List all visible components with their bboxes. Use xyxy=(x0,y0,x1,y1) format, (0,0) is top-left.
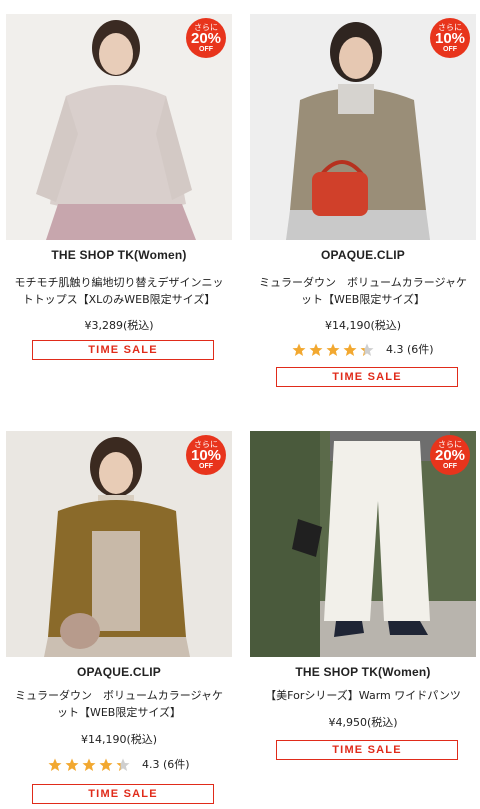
rating-stars xyxy=(292,343,374,357)
time-sale-button[interactable]: TIME SALE xyxy=(276,740,458,760)
time-sale-button[interactable]: TIME SALE xyxy=(276,367,458,387)
product-brand[interactable]: OPAQUE.CLIP xyxy=(250,248,476,262)
star-icon xyxy=(48,758,130,771)
product-image[interactable]: さらに 10% OFF xyxy=(6,431,232,657)
product-image[interactable]: さらに 20% OFF xyxy=(6,14,232,240)
product-price: ¥3,289(税込) xyxy=(84,319,154,332)
badge-off: OFF xyxy=(443,463,457,470)
badge-off: OFF xyxy=(443,46,457,53)
badge-percent: 20% xyxy=(190,30,222,47)
discount-badge: さらに 10% OFF xyxy=(430,18,470,58)
rating-row: 4.3 (6件) xyxy=(250,341,476,357)
discount-badge: さらに 20% OFF xyxy=(186,18,226,58)
product-price: ¥14,190(税込) xyxy=(324,319,402,332)
product-image[interactable]: さらに 10% OFF xyxy=(250,14,476,240)
product-image[interactable]: さらに 20% OFF xyxy=(250,431,476,657)
product-name[interactable]: ミュラーダウン ボリュームカラージャケット【WEB限定サイズ】 xyxy=(256,274,470,308)
product-brand[interactable]: THE SHOP TK(Women) xyxy=(6,248,232,262)
rating-text: 4.3 (6件) xyxy=(385,343,434,356)
product-brand[interactable]: OPAQUE.CLIP xyxy=(6,665,232,679)
star-icon xyxy=(292,343,374,356)
badge-percent: 10% xyxy=(190,447,222,464)
discount-badge: さらに 10% OFF xyxy=(186,435,226,475)
badge-off: OFF xyxy=(199,46,213,53)
time-sale-button[interactable]: TIME SALE xyxy=(32,340,214,360)
product-name[interactable]: 【美Forシリーズ】Warm ワイドパンツ xyxy=(256,687,470,704)
badge-percent: 10% xyxy=(434,30,466,47)
discount-badge: さらに 20% OFF xyxy=(430,435,470,475)
product-name[interactable]: ミュラーダウン ボリュームカラージャケット【WEB限定サイズ】 xyxy=(12,687,226,721)
rating-row: 4.3 (6件) xyxy=(6,756,232,772)
badge-off: OFF xyxy=(199,463,213,470)
product-brand[interactable]: THE SHOP TK(Women) xyxy=(250,665,476,679)
time-sale-button[interactable]: TIME SALE xyxy=(32,784,214,804)
badge-percent: 20% xyxy=(434,447,466,464)
product-name[interactable]: モチモチ肌触り編地切り替えデザインニットトップス【XLのみWEB限定サイズ】 xyxy=(12,274,226,308)
product-price: ¥14,190(税込) xyxy=(80,733,158,746)
rating-stars xyxy=(48,758,130,772)
rating-text: 4.3 (6件) xyxy=(141,758,190,771)
product-price: ¥4,950(税込) xyxy=(328,716,398,729)
